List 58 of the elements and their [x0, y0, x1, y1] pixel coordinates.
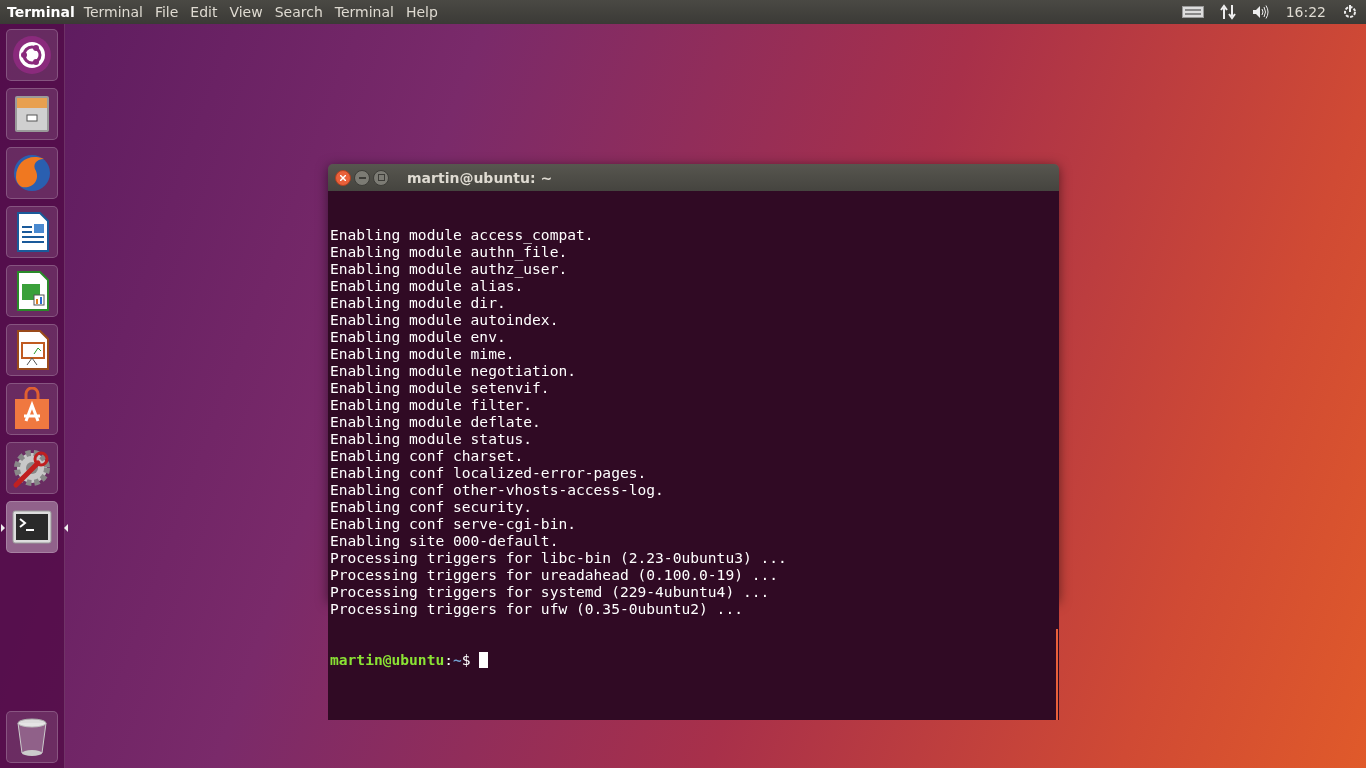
output-line: Enabling module dir.: [330, 294, 507, 311]
prompt-user-host: martin@ubuntu: [330, 651, 445, 668]
focus-arrow-icon: [64, 524, 68, 532]
launcher-item[interactable]: [6, 265, 58, 317]
prompt-path: ~: [453, 651, 462, 668]
output-line: Enabling module deflate.: [330, 413, 542, 430]
menu-item[interactable]: Terminal: [77, 4, 149, 20]
launcher-item[interactable]: [6, 206, 58, 258]
output-line: Processing triggers for systemd (229-4ubuntu4) ...: [330, 583, 771, 600]
launcher-item[interactable]: [6, 711, 58, 763]
dash-icon: [10, 33, 54, 77]
menu-item[interactable]: File: [148, 4, 185, 20]
output-line: Enabling module mime.: [330, 345, 516, 362]
menu-item[interactable]: Terminal: [328, 4, 400, 20]
output-line: Enabling module access_compat.: [330, 226, 595, 243]
text-cursor: [479, 652, 489, 668]
close-icon: [340, 174, 346, 181]
output-line: Processing triggers for libc-bin (2.23-0ubuntu3) ...: [330, 549, 788, 566]
window-title: martin@ubuntu: ~: [407, 169, 553, 186]
keyboard-icon[interactable]: [1181, 6, 1204, 18]
maximize-button[interactable]: [373, 169, 389, 186]
output-line: Enabling conf charset.: [330, 447, 525, 464]
menu-item[interactable]: Search: [268, 4, 329, 20]
power-icon[interactable]: [1342, 4, 1358, 20]
network-icon[interactable]: [1219, 4, 1236, 20]
output-line: Enabling module env.: [330, 328, 507, 345]
launcher-item[interactable]: [6, 88, 58, 140]
output-line: Processing triggers for ufw (0.35-0ubuntu2) ...: [330, 600, 744, 617]
output-line: Enabling module status.: [330, 430, 534, 447]
volume-icon[interactable]: [1251, 5, 1270, 19]
launcher-item[interactable]: [6, 442, 58, 494]
clock-time[interactable]: 16:22: [1277, 4, 1334, 20]
launcher-item[interactable]: [6, 29, 58, 81]
output-line: Enabling module filter.: [330, 396, 534, 413]
launcher-item[interactable]: [6, 383, 58, 435]
output-line: Enabling module negotiation.: [330, 362, 577, 379]
menu-item[interactable]: View: [223, 4, 269, 20]
prompt-symbol: $: [461, 651, 471, 668]
app-name: Terminal: [6, 4, 76, 20]
output-line: Processing triggers for ureadahead (0.100.0-19) ...: [330, 566, 780, 583]
active-arrow-icon: [1, 524, 5, 532]
minimize-icon: [358, 176, 366, 179]
output-line: Enabling module setenvif.: [330, 379, 551, 396]
launcher-item[interactable]: [6, 324, 58, 376]
output-line: Enabling conf other-vhosts-access-log.: [330, 481, 665, 498]
maximize-icon: [377, 174, 385, 181]
output-line: Enabling module authn_file.: [330, 243, 568, 260]
close-button[interactable]: [335, 169, 351, 186]
output-line: Enabling conf serve-cgi-bin.: [330, 515, 577, 532]
output-line: Enabling module authz_user.: [330, 260, 569, 277]
prompt-separator: :: [444, 651, 454, 668]
output-line: Enabling site 000-default.: [330, 532, 560, 549]
output-line: Enabling module alias.: [330, 277, 524, 294]
output-line: Enabling module autoindex.: [330, 311, 560, 328]
output-line: Enabling conf localized-error-pages.: [330, 464, 648, 481]
menu-item[interactable]: Edit: [184, 4, 224, 20]
output-line: Enabling conf security.: [330, 498, 534, 515]
menu-item[interactable]: Help: [399, 4, 444, 20]
